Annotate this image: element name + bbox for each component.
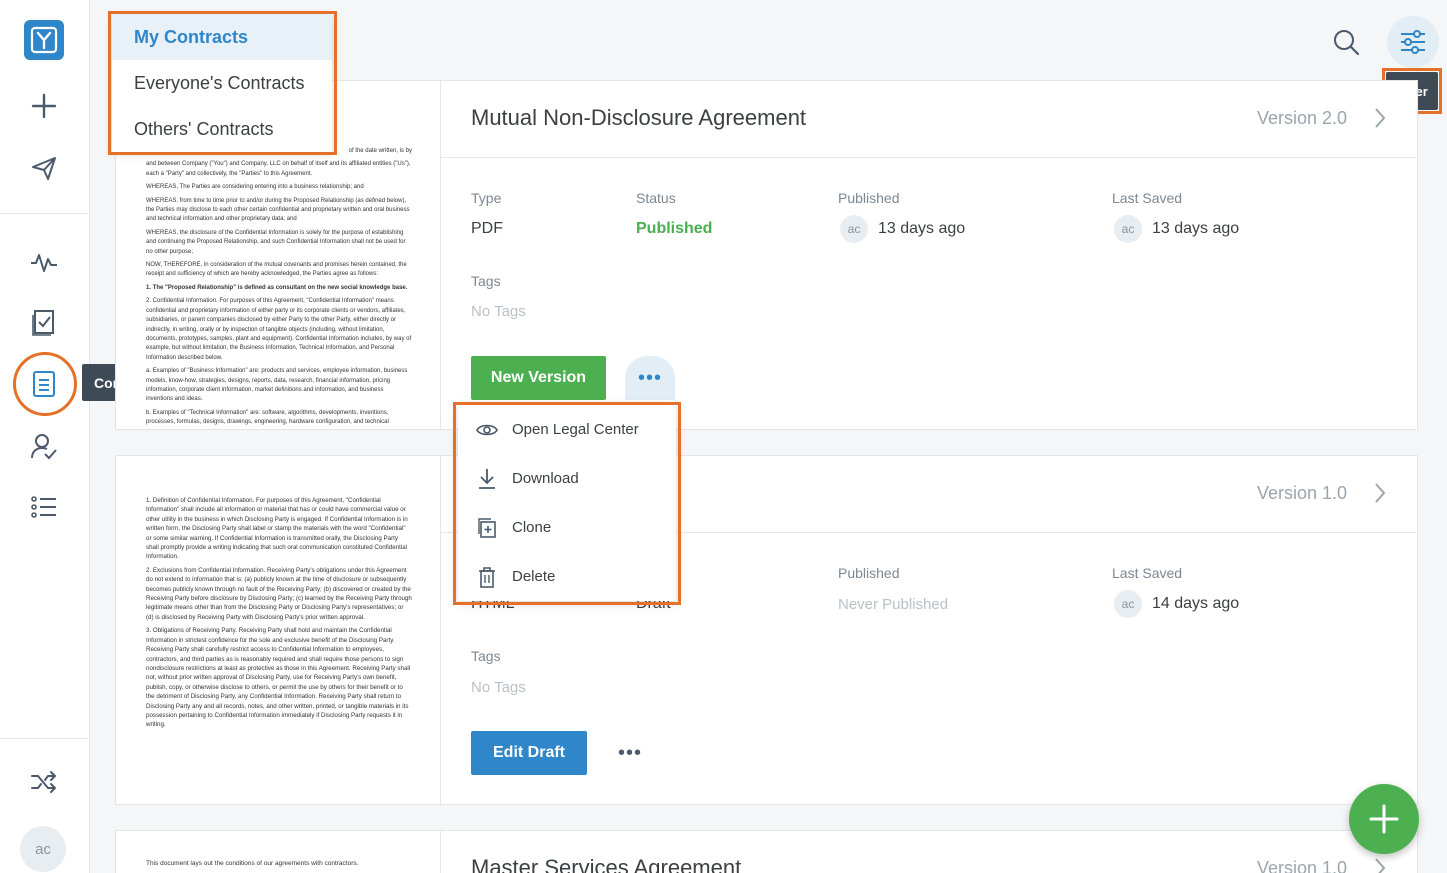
type-value: PDF bbox=[471, 220, 503, 237]
status-value: Published bbox=[636, 220, 713, 237]
sidebar: ac bbox=[0, 0, 90, 873]
sidebar-divider bbox=[0, 738, 90, 739]
edit-draft-button[interactable]: Edit Draft bbox=[471, 731, 587, 775]
more-options-button[interactable]: ••• bbox=[625, 356, 675, 400]
published-label: Published bbox=[838, 565, 900, 581]
actions-menu-highlight bbox=[453, 402, 681, 605]
thumb-line: a. Examples of "Business Information" ar… bbox=[146, 368, 408, 403]
last-saved-time: 13 days ago bbox=[1152, 220, 1240, 238]
tags-value: No Tags bbox=[471, 679, 526, 696]
sliders-icon bbox=[1401, 30, 1425, 54]
thumb-line: NOW, THEREFORE, in consideration of the … bbox=[146, 262, 407, 278]
search-icon[interactable] bbox=[1326, 22, 1366, 62]
last-saved-label: Last Saved bbox=[1112, 190, 1183, 206]
filter-button[interactable] bbox=[1387, 16, 1439, 68]
add-contract-button[interactable] bbox=[1349, 784, 1419, 854]
contract-title[interactable]: Master Services Agreement bbox=[471, 855, 741, 873]
avatar: ac bbox=[840, 215, 868, 243]
thumb-line: WHEREAS, the disclosure of the Confident… bbox=[146, 229, 406, 255]
view-menu-highlight bbox=[108, 11, 337, 155]
thumb-line: WHEREAS, The Parties are considering ent… bbox=[146, 184, 364, 191]
contracts-icon[interactable] bbox=[22, 362, 66, 406]
thumb-line: This document lays out the conditions of… bbox=[146, 860, 359, 867]
thumb-line: 3. Obligations of Receiving Party. Recei… bbox=[146, 627, 411, 729]
card-divider bbox=[441, 157, 1417, 158]
user-check-icon[interactable] bbox=[22, 424, 66, 468]
avatar: ac bbox=[1114, 215, 1142, 243]
thumb-line: 1. The "Proposed Relationship" is define… bbox=[146, 284, 408, 291]
thumb-line: b. Examples of "Technical Information" a… bbox=[146, 409, 389, 429]
contract-version: Version 2.0 bbox=[1256, 108, 1347, 128]
thumb-line: and between Company ("You") and Company,… bbox=[146, 161, 411, 177]
more-options-button[interactable]: ••• bbox=[605, 738, 655, 768]
send-icon[interactable] bbox=[22, 146, 66, 190]
contract-card[interactable]: This document lays out the conditions of… bbox=[115, 830, 1418, 873]
published-value: ac 13 days ago bbox=[840, 215, 965, 243]
last-saved-time: 14 days ago bbox=[1152, 595, 1240, 613]
tags-label: Tags bbox=[471, 273, 501, 289]
contract-title[interactable]: Mutual Non-Disclosure Agreement bbox=[471, 105, 806, 131]
chevron-right-icon[interactable] bbox=[1373, 107, 1387, 129]
published-value: Never Published bbox=[838, 596, 949, 613]
thumb-line: 1. Definition of Confidential Informatio… bbox=[146, 497, 408, 561]
activity-icon[interactable] bbox=[22, 240, 66, 284]
contract-card[interactable]: 1. Definition of Confidential Informatio… bbox=[115, 455, 1418, 805]
new-version-button[interactable]: New Version bbox=[471, 356, 606, 400]
list-icon[interactable] bbox=[22, 485, 66, 529]
user-avatar[interactable]: ac bbox=[20, 826, 66, 872]
thumb-line: 2. Exclusions from Confidential Informat… bbox=[146, 566, 412, 621]
last-saved-value: ac 13 days ago bbox=[1114, 215, 1239, 243]
sidebar-divider bbox=[0, 213, 90, 214]
thumb-line: 2. Confidential Information. For purpose… bbox=[146, 298, 412, 361]
last-saved-label: Last Saved bbox=[1112, 565, 1183, 581]
avatar: ac bbox=[1114, 590, 1142, 618]
type-label: Type bbox=[471, 190, 502, 206]
plus-icon[interactable] bbox=[22, 84, 66, 128]
document-thumbnail: This document lays out the conditions of… bbox=[116, 831, 441, 873]
plus-icon bbox=[1369, 804, 1399, 834]
shuffle-icon[interactable] bbox=[22, 760, 66, 804]
contract-version: Version 1.0 bbox=[1256, 858, 1347, 873]
chevron-right-icon[interactable] bbox=[1373, 482, 1387, 504]
tags-label: Tags bbox=[471, 648, 501, 664]
published-time: 13 days ago bbox=[878, 220, 966, 238]
thumb-line: WHEREAS, from time to time prior to and/… bbox=[146, 197, 410, 223]
document-thumbnail: 1. Definition of Confidential Informatio… bbox=[116, 456, 441, 804]
checklist-icon[interactable] bbox=[22, 300, 66, 344]
contract-version: Version 1.0 bbox=[1256, 483, 1347, 503]
chevron-right-icon[interactable] bbox=[1373, 857, 1387, 873]
app-logo-icon[interactable] bbox=[24, 20, 64, 60]
tags-value: No Tags bbox=[471, 303, 526, 320]
published-label: Published bbox=[838, 190, 900, 206]
last-saved-value: ac 14 days ago bbox=[1114, 590, 1239, 618]
status-label: Status bbox=[636, 190, 676, 206]
